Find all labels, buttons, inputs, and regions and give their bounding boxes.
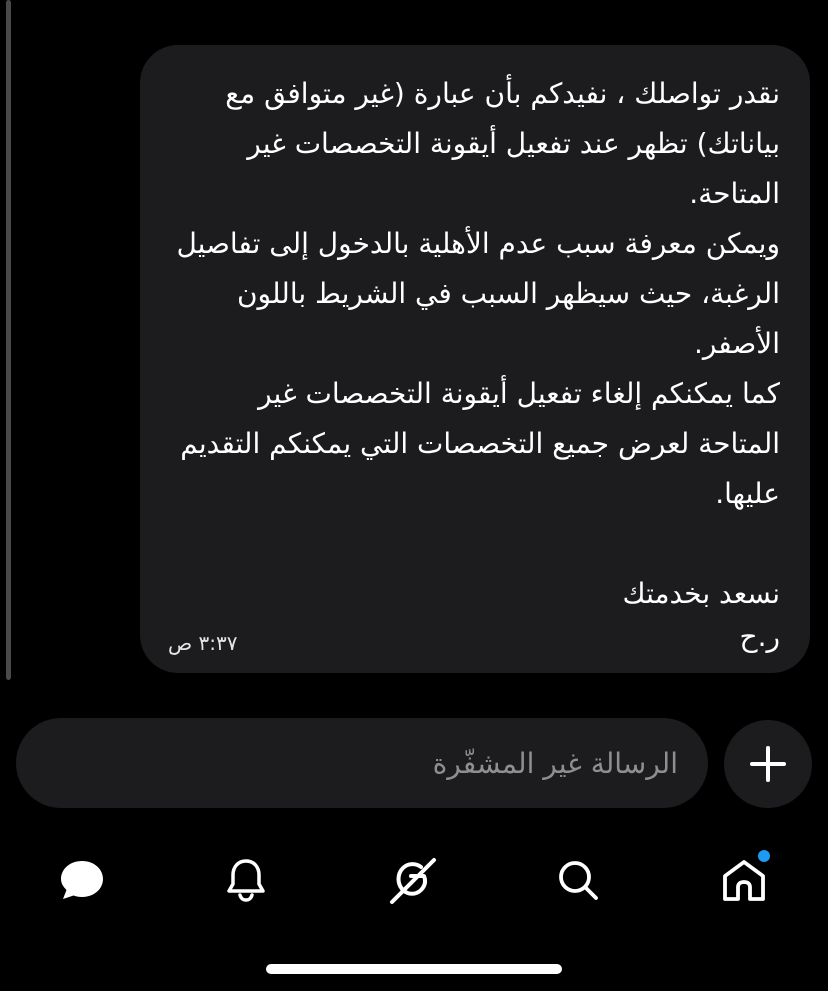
grok-icon bbox=[390, 858, 436, 904]
bell-icon bbox=[227, 859, 265, 902]
nav-home[interactable] bbox=[714, 850, 774, 910]
add-attachment-button[interactable] bbox=[724, 720, 812, 808]
home-icon bbox=[723, 860, 765, 901]
message-input[interactable] bbox=[58, 718, 678, 808]
bottom-navigation bbox=[0, 840, 828, 910]
nav-notifications[interactable] bbox=[216, 850, 276, 910]
search-icon bbox=[559, 861, 598, 900]
message-timestamp: ٣:٣٧ ص bbox=[168, 631, 238, 655]
plus-icon bbox=[750, 746, 786, 782]
message-signature: ر.ح bbox=[739, 620, 781, 653]
nav-search[interactable] bbox=[548, 850, 608, 910]
message-text: نقدر تواصلك ، نفيدكم بأن عبارة (غير متوا… bbox=[176, 77, 780, 610]
scroll-indicator[interactable] bbox=[6, 0, 11, 680]
notification-dot bbox=[758, 850, 770, 862]
nav-messages[interactable] bbox=[52, 850, 112, 910]
message-composer bbox=[16, 718, 708, 808]
chat-bubble-icon bbox=[61, 861, 103, 899]
message-bubble: نقدر تواصلك ، نفيدكم بأن عبارة (غير متوا… bbox=[140, 45, 810, 673]
home-indicator[interactable] bbox=[266, 964, 562, 974]
nav-grok[interactable] bbox=[382, 850, 442, 910]
